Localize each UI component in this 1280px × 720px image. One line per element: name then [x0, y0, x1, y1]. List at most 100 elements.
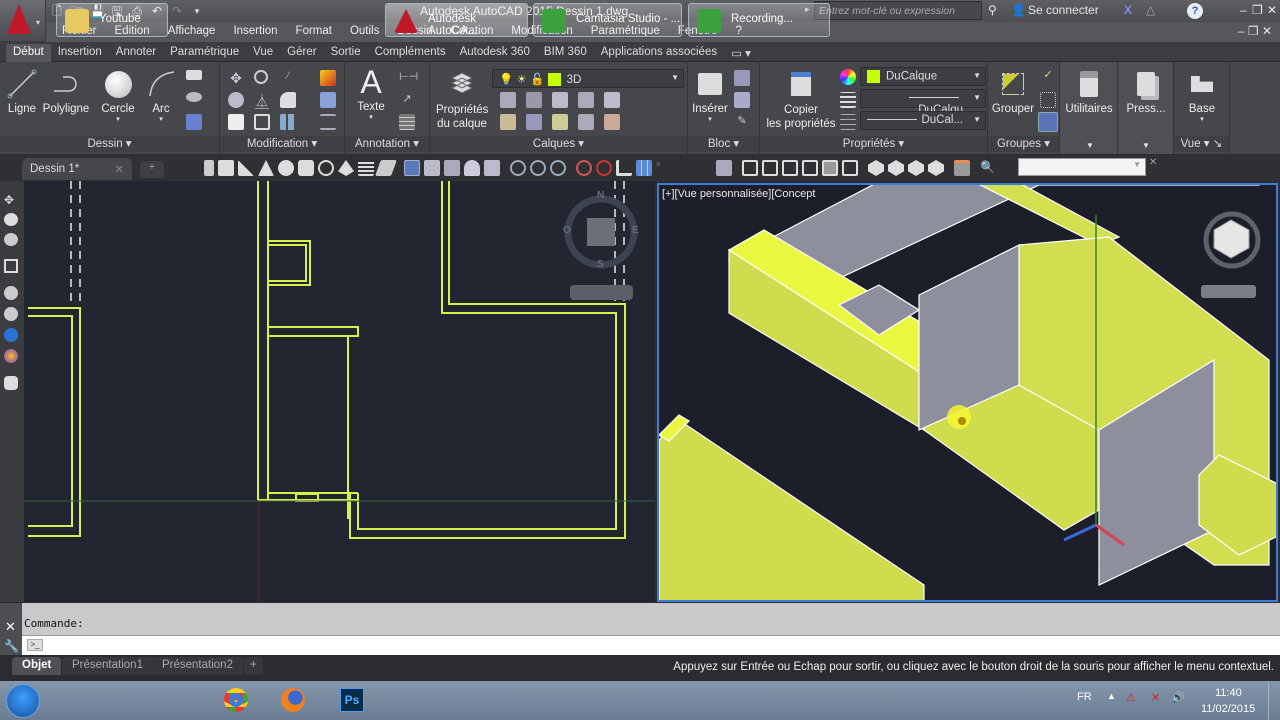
compass-north[interactable]: N — [597, 190, 604, 201]
orbit-icon[interactable] — [4, 233, 18, 246]
close-toolbar-icon[interactable]: ✕ — [1149, 157, 1157, 168]
bottom-view-icon[interactable] — [762, 160, 778, 176]
group-selection-toggle-icon[interactable] — [1038, 112, 1058, 132]
3d-move-icon[interactable] — [576, 160, 592, 176]
zoom-icon[interactable] — [4, 213, 18, 226]
viewport-3d-conceptual[interactable] — [657, 183, 1278, 602]
panel-title-vue[interactable]: Vue ▾ ↘ — [1174, 136, 1229, 152]
group-button[interactable]: Grouper — [990, 68, 1036, 115]
chrome-icon[interactable] — [224, 688, 248, 712]
taskbar-camtasia-studio[interactable]: Camtasia Studio - ... — [533, 3, 682, 37]
compass-east[interactable]: E — [632, 225, 639, 236]
layout-tab-objet[interactable]: Objet — [12, 657, 62, 675]
firefox-icon[interactable] — [281, 688, 305, 712]
loft-icon[interactable] — [484, 160, 500, 176]
clock-date[interactable]: 11/02/2015 — [1201, 703, 1255, 715]
copy-icon[interactable] — [228, 92, 244, 108]
cylinder-icon[interactable] — [298, 160, 314, 176]
layout-tab-presentation1[interactable]: Présentation1 — [62, 657, 153, 675]
extrude-icon[interactable] — [404, 160, 420, 176]
create-camera-icon[interactable] — [954, 160, 970, 176]
line-tool-button[interactable]: Ligne — [6, 68, 38, 115]
full-wheel-icon[interactable] — [4, 307, 18, 321]
visual-style-icon[interactable] — [4, 328, 18, 342]
scale-icon[interactable] — [254, 114, 270, 130]
torus-icon[interactable] — [318, 160, 334, 176]
layout-tab-presentation2[interactable]: Présentation2 — [152, 657, 243, 675]
panel-presse-papiers[interactable]: Press... ▼ — [1118, 62, 1174, 154]
binoculars-icon[interactable]: ⚲ — [988, 3, 997, 17]
sw-iso-icon[interactable] — [868, 160, 884, 176]
ribbon-tab-bim360[interactable]: BIM 360 — [537, 44, 594, 62]
ribbon-tab-applications[interactable]: Applications associées — [594, 44, 724, 62]
doc-tab-dessin1[interactable]: Dessin 1* ✕ — [22, 158, 132, 180]
close-window-button[interactable]: ✕ — [1267, 3, 1277, 17]
network-icon[interactable]: ⚠ — [1126, 691, 1136, 704]
panel-title-proprietes[interactable]: Propriétés ▾ — [760, 136, 987, 152]
doc-window-controls[interactable]: – ❐ ✕ — [1238, 24, 1272, 38]
layer-thaw-all-icon[interactable] — [552, 114, 568, 130]
lineweight-dropdown[interactable]: DuCal... ▼ — [860, 111, 986, 130]
revolve-icon[interactable] — [464, 160, 480, 176]
panel-title-groupes[interactable]: Groupes ▾ — [988, 136, 1059, 152]
offset-icon[interactable] — [320, 114, 336, 130]
stretch-icon[interactable] — [228, 114, 244, 130]
wedge-icon[interactable] — [238, 160, 254, 176]
array-icon[interactable] — [280, 114, 296, 130]
box-icon[interactable] — [218, 160, 234, 176]
view-name-input[interactable]: ▼ — [1018, 158, 1146, 176]
fillet-icon[interactable] — [280, 92, 296, 108]
sphere-icon[interactable] — [278, 160, 294, 176]
layer-properties-button[interactable]: Propriétés du calque — [436, 68, 488, 131]
showmotion-icon[interactable] — [4, 259, 18, 273]
layer-unisolate-icon[interactable] — [500, 114, 516, 130]
language-indicator[interactable]: FR — [1077, 691, 1092, 703]
compass-south[interactable]: S — [597, 259, 604, 270]
show-hidden-icons-button[interactable]: ▲ — [1107, 691, 1116, 701]
ribbon-tab-debut[interactable]: Début — [6, 44, 51, 62]
subtract-icon[interactable] — [530, 160, 546, 176]
insert-block-button[interactable]: Insérer ▾ — [690, 68, 730, 123]
intersect-icon[interactable] — [550, 160, 566, 176]
layer-copy-icon[interactable] — [604, 114, 620, 130]
nw-iso-icon[interactable] — [928, 160, 944, 176]
base-view-button[interactable]: Base ▾ — [1178, 68, 1226, 123]
planar-surface-icon[interactable] — [375, 160, 397, 176]
command-window-handle[interactable]: ✕ 🔧 — [0, 603, 22, 655]
helix-icon[interactable] — [358, 160, 374, 176]
panel-title-calques[interactable]: Calques ▾ — [430, 136, 687, 152]
hatch-icon[interactable] — [186, 92, 202, 102]
layer-match-icon[interactable] — [526, 92, 542, 108]
3d-rotate-icon[interactable] — [596, 160, 612, 176]
layer-freeze-icon[interactable] — [552, 92, 568, 108]
3d-array-icon[interactable] — [636, 160, 652, 176]
layer-make-current-icon[interactable] — [604, 92, 620, 108]
steering-wheel-icon[interactable] — [4, 286, 18, 300]
power-icon[interactable]: ✕ — [1151, 691, 1160, 704]
front-view-icon[interactable] — [822, 160, 838, 176]
restore-window-button[interactable]: ❐ — [1252, 3, 1263, 17]
clipboard-button[interactable]: Press... — [1122, 68, 1170, 115]
taskbar-autocad[interactable]: Autodesk AutoCA... — [385, 3, 528, 37]
menu-insertion[interactable]: Insertion — [224, 25, 286, 37]
erase-icon[interactable] — [320, 70, 336, 86]
circle-tool-button[interactable]: Cercle ▾ — [100, 68, 136, 123]
taskbar-youtube[interactable]: Youtube — [56, 3, 168, 37]
menu-format[interactable]: Format — [287, 25, 341, 37]
help-icon[interactable]: ? — [1187, 3, 1203, 19]
rectangle-icon[interactable] — [186, 70, 202, 80]
ungroup-icon[interactable]: ✓ — [1040, 68, 1056, 84]
group-edit-icon[interactable] — [1040, 92, 1056, 108]
menu-affichage[interactable]: Affichage — [159, 25, 225, 37]
pan-icon[interactable]: ✥ — [4, 193, 19, 207]
block-attributes-icon[interactable]: ✎ — [734, 114, 750, 130]
layer-unlock-tool-icon[interactable] — [578, 114, 594, 130]
left-view-icon[interactable] — [782, 160, 798, 176]
ribbon-tab-insertion[interactable]: Insertion — [51, 44, 109, 62]
layer-dropdown[interactable]: 💡 ☀ 🔓 3D ▼ — [492, 69, 684, 88]
viewport-plan-2d[interactable]: N S E O — [0, 181, 655, 602]
presspull-icon[interactable] — [424, 160, 440, 176]
photoshop-icon[interactable]: Ps — [340, 688, 364, 712]
create-block-icon[interactable] — [734, 70, 750, 86]
right-view-icon[interactable] — [802, 160, 818, 176]
